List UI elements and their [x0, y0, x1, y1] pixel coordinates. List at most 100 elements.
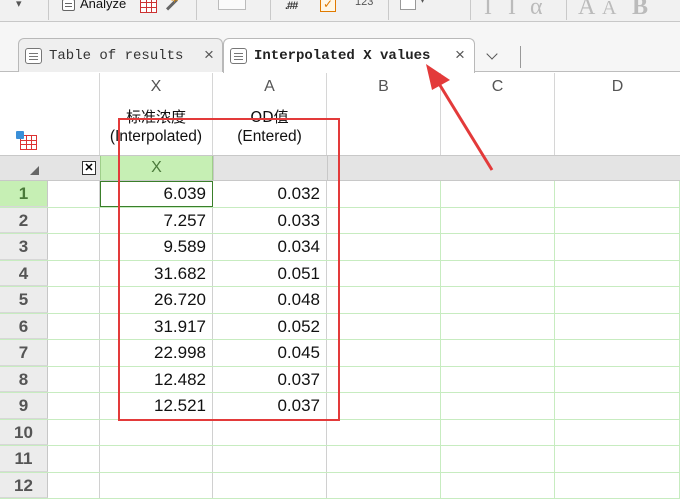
row-title-cell[interactable] [48, 419, 100, 445]
cell-a[interactable]: 0.033 [213, 207, 327, 233]
analyze-button[interactable]: Analyze [58, 0, 130, 14]
blank-sheet-icon[interactable] [218, 0, 246, 10]
cell-b[interactable] [327, 419, 441, 445]
cell-b[interactable] [327, 366, 441, 392]
cell-x[interactable]: 7.257 [100, 207, 213, 233]
row-title-cell[interactable] [48, 366, 100, 392]
magic-wand-icon[interactable] [163, 0, 179, 12]
alpha-symbol-icon[interactable]: α [530, 0, 543, 21]
cell-a[interactable]: 0.045 [213, 340, 327, 366]
cell-x[interactable]: 26.720 [100, 287, 213, 313]
cell-a[interactable] [213, 419, 327, 445]
cell-c[interactable] [441, 313, 555, 339]
cell-d[interactable] [555, 181, 680, 207]
row-title-cell[interactable] [48, 207, 100, 233]
cell-x[interactable]: 12.482 [100, 366, 213, 392]
row-title-cell[interactable] [48, 313, 100, 339]
cell-b[interactable] [327, 340, 441, 366]
row-title-cell[interactable] [48, 340, 100, 366]
cell-b[interactable] [327, 260, 441, 286]
cell-x[interactable]: 22.998 [100, 340, 213, 366]
cell-c[interactable] [441, 260, 555, 286]
column-title-x[interactable]: 标准浓度 (Interpolated) [100, 101, 213, 155]
column-header-a[interactable]: A [213, 73, 327, 101]
cell-a[interactable]: 0.052 [213, 313, 327, 339]
cell-x[interactable]: 31.682 [100, 260, 213, 286]
row-title-cell[interactable] [48, 260, 100, 286]
row-count-icon[interactable]: 123 [355, 0, 373, 8]
cell-b[interactable] [327, 472, 441, 498]
cell-a[interactable]: 0.032 [213, 181, 327, 207]
cell-a[interactable] [213, 472, 327, 498]
font-size-large-icon[interactable]: A [578, 0, 595, 21]
cell-c[interactable] [441, 419, 555, 445]
row-title-cell[interactable] [48, 393, 100, 419]
cell-b[interactable] [327, 313, 441, 339]
cell-a[interactable]: 0.048 [213, 287, 327, 313]
row-number[interactable]: 10 [0, 419, 48, 445]
cell-b[interactable] [327, 207, 441, 233]
row-number[interactable]: 6 [0, 313, 48, 339]
cell-c[interactable] [441, 446, 555, 472]
cell-x[interactable] [100, 472, 213, 498]
row-title-cell[interactable] [48, 234, 100, 260]
tab-table-of-results[interactable]: Table of results × [18, 38, 223, 72]
select-all-corner-icon[interactable] [30, 166, 39, 175]
row-number[interactable]: 11 [0, 446, 48, 472]
column-header-x[interactable]: X [100, 73, 213, 101]
cell-b[interactable] [327, 234, 441, 260]
cell-d[interactable] [555, 419, 680, 445]
dropdown-caret-icon[interactable]: ▾ [16, 0, 22, 10]
tab-interpolated-x-values[interactable]: Interpolated X values × [223, 38, 475, 73]
italic-font-icon[interactable]: I [484, 0, 492, 21]
exclude-checkbox[interactable]: ✕ [82, 161, 96, 175]
cell-c[interactable] [441, 340, 555, 366]
subcolumn-x[interactable]: X [100, 156, 213, 180]
data-table-icon[interactable] [16, 131, 37, 150]
cell-b[interactable] [327, 446, 441, 472]
cell-d[interactable] [555, 366, 680, 392]
cell-a[interactable]: 0.051 [213, 260, 327, 286]
cell-b[interactable] [327, 181, 441, 207]
cell-d[interactable] [555, 446, 680, 472]
cell-d[interactable] [555, 207, 680, 233]
column-title-c[interactable] [441, 101, 555, 155]
row-number[interactable]: 4 [0, 260, 48, 286]
number-format-icon[interactable]: #.## [285, 0, 298, 12]
column-title-a[interactable]: OD值 (Entered) [213, 101, 327, 155]
cell-b[interactable] [327, 393, 441, 419]
row-number[interactable]: 9 [0, 393, 48, 419]
row-number[interactable]: 2 [0, 207, 48, 233]
row-title-cell[interactable] [48, 287, 100, 313]
checklist-icon[interactable]: ✓ [320, 0, 336, 12]
cell-a[interactable] [213, 446, 327, 472]
cell-d[interactable] [555, 340, 680, 366]
cell-d[interactable] [555, 393, 680, 419]
row-number[interactable]: 5 [0, 287, 48, 313]
row-number[interactable]: 7 [0, 340, 48, 366]
cell-d[interactable] [555, 260, 680, 286]
column-header-c[interactable]: C [441, 73, 555, 101]
cell-a[interactable]: 0.037 [213, 393, 327, 419]
row-number[interactable]: 12 [0, 472, 48, 498]
cell-c[interactable] [441, 472, 555, 498]
cell-x[interactable]: 31.917 [100, 313, 213, 339]
column-header-d[interactable]: D [555, 73, 680, 101]
cell-c[interactable] [441, 181, 555, 207]
cell-a[interactable]: 0.037 [213, 366, 327, 392]
cell-a[interactable]: 0.034 [213, 234, 327, 260]
row-title-cell[interactable] [48, 446, 100, 472]
border-dropdown-caret-icon[interactable]: ▾ [420, 0, 425, 6]
cell-c[interactable] [441, 393, 555, 419]
row-title-cell[interactable] [48, 472, 100, 498]
close-icon[interactable]: × [452, 46, 468, 63]
column-title-b[interactable] [327, 101, 441, 155]
cell-x[interactable]: 9.589 [100, 234, 213, 260]
cell-c[interactable] [441, 207, 555, 233]
cell-d[interactable] [555, 313, 680, 339]
cell-d[interactable] [555, 472, 680, 498]
row-number[interactable]: 1 [0, 181, 48, 207]
row-number[interactable]: 8 [0, 366, 48, 392]
italic-font-icon-2[interactable]: I [508, 0, 516, 21]
cell-c[interactable] [441, 287, 555, 313]
